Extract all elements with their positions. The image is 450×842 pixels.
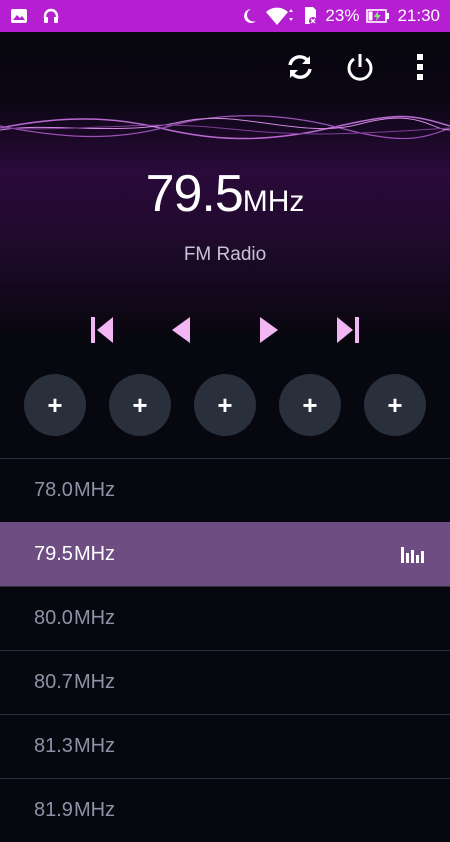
station-frequency: 80.0 (34, 607, 73, 629)
preset-add-button[interactable]: + (109, 374, 171, 436)
transport-controls (0, 300, 450, 364)
station-row[interactable]: 81.3 MHz (0, 714, 450, 778)
seek-forward-button[interactable] (252, 316, 288, 348)
skip-previous-button[interactable] (84, 316, 120, 348)
station-unit: MHz (73, 543, 116, 565)
image-icon (10, 8, 28, 24)
station-unit: MHz (73, 607, 116, 629)
headset-icon (42, 7, 60, 25)
station-unit: MHz (73, 479, 116, 501)
station-row[interactable]: 80.7 MHz (0, 650, 450, 714)
station-unit: MHz (73, 735, 116, 757)
preset-buttons: + + + + + (0, 374, 450, 438)
frequency-unit: MHz (242, 185, 305, 218)
battery-percent: 23% (325, 6, 360, 25)
battery-charging-icon (366, 8, 390, 24)
frequency-value: 79.5 (145, 165, 244, 223)
power-icon (344, 51, 376, 88)
skip-next-button[interactable] (330, 316, 366, 348)
status-bar: 23% 21:30 (0, 0, 450, 32)
preset-add-button[interactable]: + (364, 374, 426, 436)
wifi-icon (265, 6, 295, 26)
station-frequency: 81.3 (34, 735, 73, 757)
station-frequency: 78.0 (34, 479, 73, 501)
toolbar (270, 50, 450, 88)
seek-back-icon (168, 315, 192, 350)
seek-forward-icon (258, 315, 282, 350)
skip-previous-icon (88, 315, 116, 350)
station-frequency: 81.9 (34, 799, 73, 821)
station-row-active[interactable]: 79.5 MHz (0, 522, 450, 586)
more-vert-icon (415, 53, 425, 86)
current-frequency: 79.5MHz (0, 164, 450, 224)
band-label: FM Radio (183, 244, 267, 265)
refresh-icon (285, 52, 315, 87)
status-left (10, 7, 60, 25)
moon-icon (240, 7, 258, 25)
refresh-button[interactable] (270, 50, 330, 88)
sd-card-icon (302, 6, 318, 26)
status-time: 21:30 (397, 6, 440, 25)
preset-add-button[interactable]: + (279, 374, 341, 436)
station-frequency: 80.7 (34, 671, 73, 693)
station-unit: MHz (73, 671, 116, 693)
station-unit: MHz (73, 799, 116, 821)
station-list: 78.0 MHz 79.5 MHz 80.0 MHz 80.7 MHz 81.3 MHz … (0, 458, 450, 842)
skip-next-icon (334, 315, 362, 350)
power-button[interactable] (330, 50, 390, 88)
station-row[interactable]: 78.0 MHz (0, 458, 450, 522)
equalizer-icon (400, 545, 426, 569)
station-row[interactable]: 80.0 MHz (0, 586, 450, 650)
more-options-button[interactable] (390, 50, 450, 88)
status-right: 23% 21:30 (240, 6, 440, 26)
station-row[interactable]: 81.9 MHz (0, 778, 450, 842)
station-frequency: 79.5 (34, 543, 73, 565)
seek-back-button[interactable] (162, 316, 198, 348)
preset-add-button[interactable]: + (24, 374, 86, 436)
waveform-decoration (0, 115, 450, 140)
preset-add-button[interactable]: + (194, 374, 256, 436)
radio-header: 79.5MHz FM Radio (0, 32, 450, 332)
